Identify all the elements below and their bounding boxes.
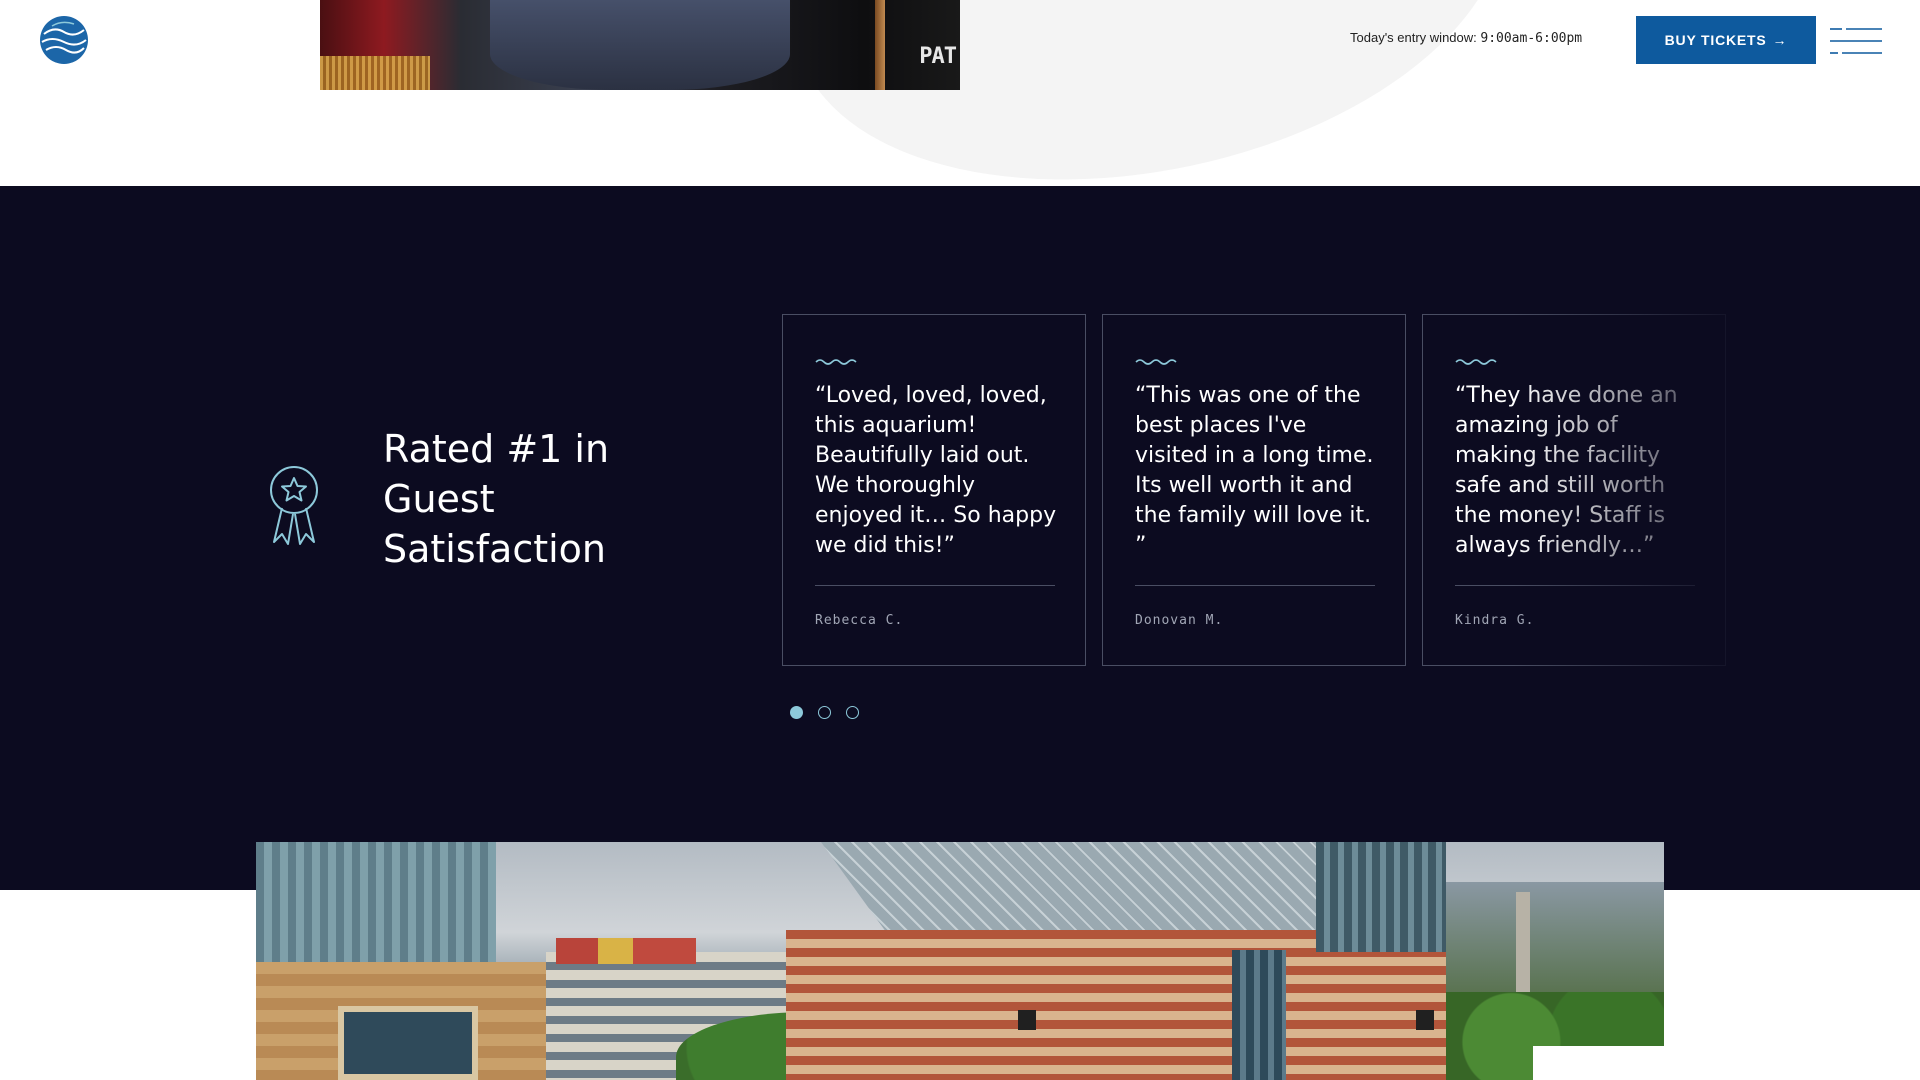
- testimonial-quote: “Loved, loved, loved, this aquarium! Bea…: [815, 383, 1057, 558]
- carousel-pagination: [790, 706, 859, 719]
- hamburger-menu-icon[interactable]: [1830, 26, 1882, 56]
- flag-pole: [875, 0, 885, 90]
- rated-title: Rated #1 in Guest Satisfaction: [383, 427, 610, 571]
- entry-window-text: Today's entry window: 9:00am-6:00pm: [1350, 30, 1582, 46]
- award-ribbon-star-icon: [270, 466, 318, 545]
- testimonial-card: “This was one of the best places I've vi…: [1102, 314, 1406, 666]
- hero-photo: PAT: [320, 0, 960, 90]
- carousel-dot-3[interactable]: [846, 706, 859, 719]
- person-coat: [490, 0, 790, 90]
- steeple: [1516, 892, 1530, 1002]
- carousel-dot-1[interactable]: [790, 706, 803, 719]
- wave-icon: [1455, 359, 1497, 365]
- glass-panel: [1232, 950, 1286, 1080]
- building-entrance: [338, 1006, 478, 1080]
- facade-window: [1416, 1010, 1434, 1030]
- card-divider: [1135, 585, 1375, 586]
- testimonial-carousel[interactable]: “Loved, loved, loved, this aquarium! Bea…: [782, 314, 1732, 666]
- wave-icon: [1135, 359, 1177, 365]
- buy-tickets-button[interactable]: BUY TICKETS →: [1636, 16, 1816, 64]
- card-divider: [1455, 585, 1695, 586]
- buy-tickets-label: BUY TICKETS: [1664, 32, 1767, 48]
- entry-window-label: Today's entry window:: [1350, 30, 1481, 45]
- left-building: [256, 962, 546, 1080]
- photo-sign-text: PAT: [919, 44, 957, 69]
- glass-tower: [1316, 842, 1446, 952]
- colorful-rooftops: [556, 938, 696, 964]
- site-header: PAT Today's entry window: 9:00am-6:00pm …: [0, 0, 1920, 186]
- testimonial-author: Kindra G.: [1455, 613, 1535, 628]
- testimonial-quote: “They have done an amazing job of making…: [1455, 383, 1678, 558]
- wave-icon: [815, 359, 857, 365]
- facade-window: [1018, 1010, 1036, 1030]
- testimonial-author: Donovan M.: [1135, 613, 1224, 628]
- card-divider: [815, 585, 1055, 586]
- glass-building: [256, 842, 496, 982]
- site-logo-icon[interactable]: [38, 14, 90, 66]
- carousel-dot-2[interactable]: [818, 706, 831, 719]
- overlay-card-edge: [1533, 1046, 1697, 1080]
- aquarium-facade: [786, 930, 1446, 1080]
- aquarium-building-photo: [256, 842, 1664, 1080]
- testimonial-author: Rebecca C.: [815, 613, 904, 628]
- testimonial-quote: “This was one of the best places I've vi…: [1135, 383, 1374, 558]
- arrow-right-icon: →: [1772, 32, 1788, 48]
- testimonial-card: “They have done an amazing job of making…: [1422, 314, 1726, 666]
- flag-fringe: [320, 56, 430, 90]
- entry-window-hours: 9:00am-6:00pm: [1480, 31, 1583, 46]
- testimonial-card: “Loved, loved, loved, this aquarium! Bea…: [782, 314, 1086, 666]
